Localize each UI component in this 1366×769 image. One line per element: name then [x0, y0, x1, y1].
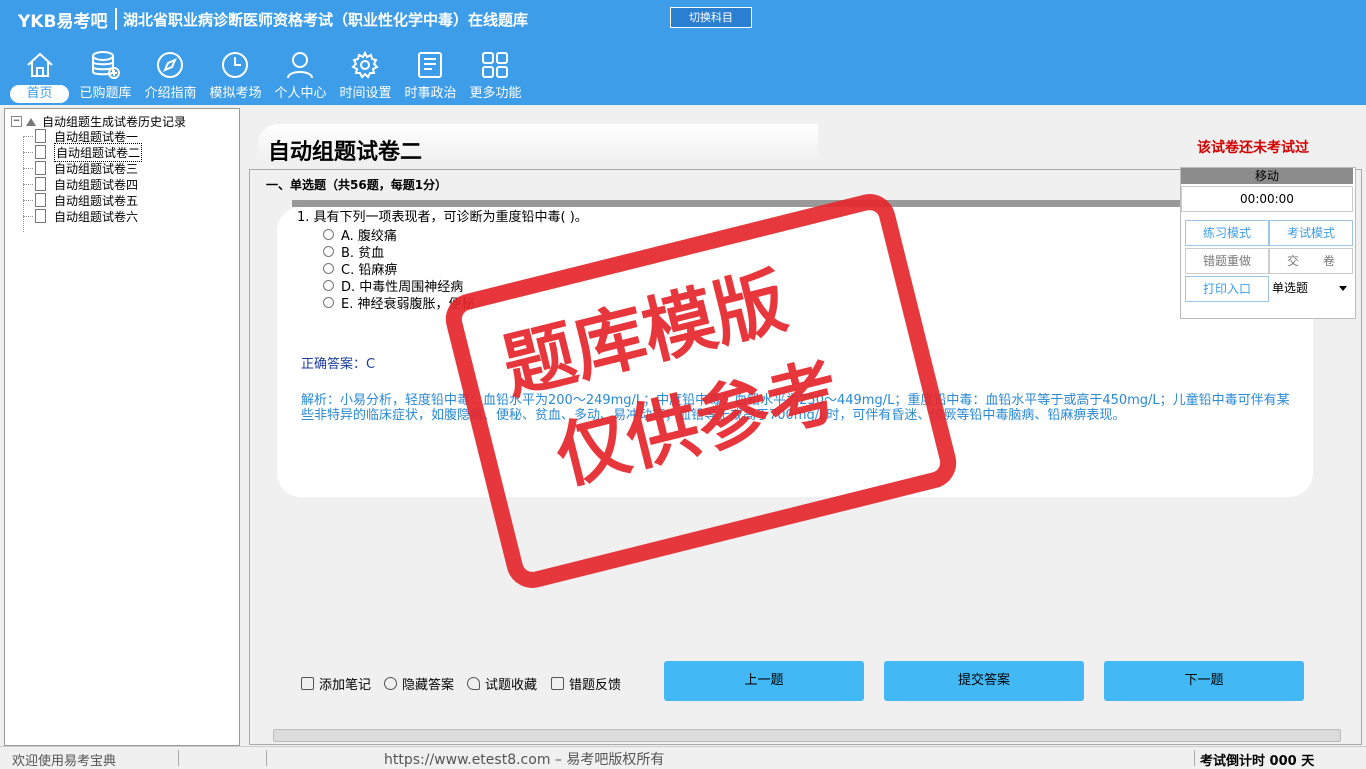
question-type-value: 单选题: [1272, 281, 1309, 295]
nav-label: 更多功能: [469, 86, 522, 101]
compass-icon: [157, 52, 183, 78]
heart-icon: [467, 677, 480, 690]
document-icon: [35, 161, 46, 175]
tool-label: 错题反馈: [569, 678, 622, 693]
nav-label: 已购题库: [79, 86, 132, 101]
tree-item[interactable]: 自动组题试卷五: [22, 192, 142, 208]
document-icon: [35, 193, 46, 207]
correct-answer: 正确答案：C: [301, 357, 376, 372]
nav-label: 个人中心: [274, 86, 327, 101]
nav-time-settings[interactable]: 时间设置: [333, 48, 398, 104]
app-header: YKB易考吧 湖北省职业病诊断医师资格考试（职业性化学中毒）在线题库 切换科目 …: [0, 0, 1366, 105]
app-title: 湖北省职业病诊断医师资格考试（职业性化学中毒）在线题库: [123, 11, 529, 29]
tool-label: 试题收藏: [485, 678, 538, 693]
print-button[interactable]: 打印入口: [1185, 276, 1269, 302]
error-feedback-tool[interactable]: 错题反馈: [551, 674, 621, 693]
nav-home[interactable]: 首页: [8, 48, 73, 104]
paper-history-tree: − 自动组题生成试卷历史记录 自动组题试卷一 自动组题试卷二 自动组题试卷三 自…: [4, 108, 240, 746]
tree-items: 自动组题试卷一 自动组题试卷二 自动组题试卷三 自动组题试卷四 自动组题试卷五 …: [22, 128, 143, 224]
tree-item-label: 自动组题试卷四: [54, 177, 139, 192]
paper-title: 自动组题试卷二: [268, 140, 423, 165]
section-heading: 一、单选题（共56题，每题1分）: [266, 178, 448, 192]
add-note-tool[interactable]: 添加笔记: [301, 674, 371, 693]
feedback-icon: [551, 677, 564, 690]
radio-icon[interactable]: [323, 280, 334, 291]
nav-mock-exam[interactable]: 模拟考场: [203, 48, 268, 104]
folder-icon: [26, 117, 36, 126]
tool-label: 隐藏答案: [402, 678, 455, 693]
tree-item[interactable]: 自动组题试卷四: [22, 176, 142, 192]
eye-icon: [384, 677, 397, 690]
favorite-tool[interactable]: 试题收藏: [467, 674, 537, 693]
brand-separator: [115, 8, 117, 30]
tree-item-selected[interactable]: 自动组题试卷二: [22, 142, 143, 162]
tree-item-label: 自动组题试卷六: [54, 209, 139, 224]
pencil-icon: [301, 677, 314, 690]
main-nav: 首页 已购题库 介绍指南 模拟考场 个人中心 时间设置 时事政治 更多功能: [8, 48, 528, 104]
status-bar: 欢迎使用易考宝典 https://www.etest8.com – 易考吧版权所…: [0, 746, 1366, 769]
nav-current-affairs[interactable]: 时事政治: [398, 48, 463, 104]
next-question-button[interactable]: 下一题: [1104, 661, 1304, 701]
status-divider: [266, 750, 267, 766]
prev-question-button[interactable]: 上一题: [664, 661, 864, 701]
exam-countdown: 考试倒计时 000 天: [1200, 754, 1315, 769]
radio-icon[interactable]: [323, 263, 334, 274]
scrollbar-thumb[interactable]: [273, 729, 1341, 742]
document-icon: [35, 129, 46, 143]
paper-status: 该试卷还未考试过: [1197, 140, 1309, 156]
redo-wrong-button[interactable]: 错题重做: [1185, 248, 1269, 274]
nav-personal[interactable]: 个人中心: [268, 48, 333, 104]
nav-label: 模拟考场: [209, 86, 262, 101]
nav-label: 时事政治: [404, 86, 457, 101]
document-edit-icon: [35, 145, 46, 159]
submit-answer-button[interactable]: 提交答案: [884, 661, 1084, 701]
collapse-toggle-icon[interactable]: −: [11, 116, 22, 127]
user-icon: [287, 52, 313, 79]
grid-icon: [482, 52, 508, 78]
exam-timer: 00:00:00: [1181, 186, 1353, 212]
tree-item-label: 自动组题试卷三: [54, 161, 139, 176]
status-divider: [1194, 750, 1195, 766]
question-text: 1. 具有下列一项表现者，可诊断为重度铅中毒( )。: [297, 210, 588, 225]
nav-label: 时间设置: [339, 86, 392, 101]
panel-move-handle[interactable]: 移动: [1181, 168, 1353, 184]
horizontal-scrollbar[interactable]: [253, 727, 1359, 743]
nav-guide[interactable]: 介绍指南: [138, 48, 203, 104]
submit-paper-button[interactable]: 交 卷: [1269, 248, 1353, 274]
nav-more[interactable]: 更多功能: [463, 48, 528, 104]
hide-answer-tool[interactable]: 隐藏答案: [384, 674, 454, 693]
switch-subject-button[interactable]: 切换科目: [670, 7, 752, 28]
status-welcome: 欢迎使用易考宝典: [12, 754, 117, 769]
brand-logo: YKB易考吧: [18, 12, 108, 32]
exam-mode-button[interactable]: 考试模式: [1269, 220, 1353, 246]
tree-item[interactable]: 自动组题试卷三: [22, 160, 142, 176]
gear-icon: [351, 50, 379, 79]
tree-item[interactable]: 自动组题试卷六: [22, 208, 142, 224]
status-url: https://www.etest8.com – 易考吧版权所有: [384, 752, 665, 768]
practice-mode-button[interactable]: 练习模式: [1185, 220, 1269, 246]
home-icon: [27, 52, 53, 77]
status-divider: [178, 750, 179, 766]
radio-icon[interactable]: [323, 297, 334, 308]
database-icon: [92, 51, 120, 79]
nav-label: 首页: [10, 85, 69, 103]
document-icon: [35, 177, 46, 191]
question-type-select[interactable]: 单选题: [1269, 276, 1351, 300]
clock-icon: [222, 52, 248, 78]
nav-label: 介绍指南: [144, 86, 197, 101]
tool-label: 添加笔记: [319, 678, 372, 693]
chevron-down-icon: [1339, 286, 1347, 291]
document-icon: [35, 209, 46, 223]
radio-icon[interactable]: [323, 246, 334, 257]
news-icon: [418, 52, 442, 78]
radio-icon[interactable]: [323, 229, 334, 240]
nav-purchased[interactable]: 已购题库: [73, 48, 138, 104]
tree-item-label: 自动组题试卷五: [54, 193, 139, 208]
